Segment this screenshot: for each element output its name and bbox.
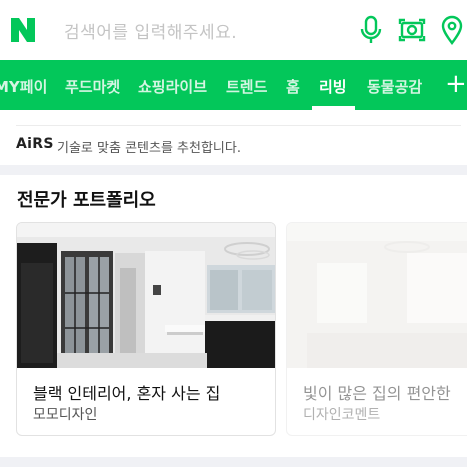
card-title[interactable]: 빛이 많은 집의 편안한	[303, 380, 451, 404]
tab-trend[interactable]: 트렌드	[226, 76, 267, 97]
section-title: 전문가 포트폴리오	[17, 190, 156, 211]
airs-description: 기술로 맞춤 콘텐츠를 추천합니다.	[57, 141, 241, 156]
section-divider	[0, 457, 467, 467]
tab-shopping-live[interactable]: 쇼핑라이브	[138, 76, 207, 97]
tab-living[interactable]: 리빙	[319, 76, 347, 97]
interior-photo	[287, 223, 467, 368]
section-divider	[0, 165, 467, 175]
card-author: 모모디자인	[33, 407, 98, 423]
category-nav: MY페이 푸드마켓 쇼핑라이브 트렌드 홈 리빙 동물공감 +	[0, 60, 467, 110]
airs-logo: AiRS	[16, 136, 54, 152]
tab-my-pay[interactable]: MY페이	[0, 76, 47, 97]
lens-camera-icon[interactable]	[396, 14, 428, 46]
add-tab-button[interactable]: +	[445, 69, 467, 99]
card-author: 디자인코멘트	[303, 407, 381, 423]
portfolio-card[interactable]: 블랙 인테리어, 혼자 사는 집 모모디자인	[16, 222, 276, 436]
tab-animal[interactable]: 동물공감	[367, 76, 422, 97]
divider	[16, 125, 461, 126]
tab-home[interactable]: 홈	[286, 76, 300, 97]
card-title[interactable]: 블랙 인테리어, 혼자 사는 집	[33, 380, 220, 404]
search-bar: 검색어를 입력해주세요.	[0, 0, 467, 60]
tab-food-market[interactable]: 푸드마켓	[65, 76, 120, 97]
airs-notice: AiRS 기술로 맞춤 콘텐츠를 추천합니다.	[0, 110, 467, 165]
microphone-icon[interactable]	[356, 14, 386, 46]
interior-photo	[17, 223, 275, 368]
search-input[interactable]: 검색어를 입력해주세요.	[64, 18, 237, 43]
location-icon[interactable]	[438, 14, 466, 46]
portfolio-card[interactable]: 빛이 많은 집의 편안한 디자인코멘트	[286, 222, 467, 436]
naver-logo[interactable]	[10, 17, 36, 43]
